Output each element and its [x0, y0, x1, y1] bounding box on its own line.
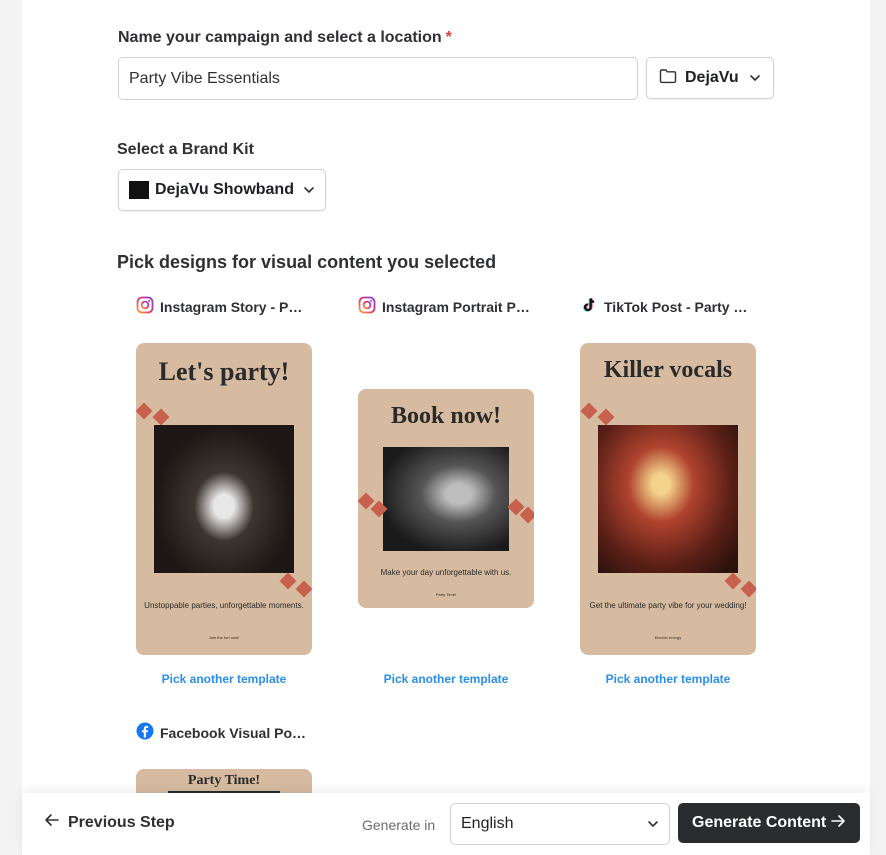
template-caption: Get the ultimate party vibe for your wed…	[589, 601, 747, 610]
instagram-icon	[358, 296, 376, 319]
template-headline: Let's party!	[158, 357, 290, 386]
designs-title: Pick designs for visual content you sele…	[117, 252, 497, 272]
location-value: DejaVu	[685, 69, 739, 86]
instagram-icon	[136, 296, 154, 319]
pick-another-template-link[interactable]: Pick another template	[136, 672, 312, 686]
brand-logo	[129, 181, 149, 199]
pick-another-template-link[interactable]: Pick another template	[580, 672, 756, 686]
template-headline: Book now!	[390, 403, 502, 429]
chevron-down-icon	[303, 181, 315, 199]
language-value: English	[461, 815, 514, 832]
pick-another-template-link[interactable]: Pick another template	[358, 672, 534, 686]
arrow-left-icon	[44, 813, 60, 832]
platform-facebook-visual-post: Facebook Visual Post - Party Vibe Essent…	[136, 722, 312, 744]
template-headline: Party Time!	[187, 773, 261, 788]
previous-step-label: Previous Step	[68, 813, 175, 831]
location-select[interactable]: DejaVu	[646, 57, 774, 99]
generate-content-label: Generate Content	[692, 814, 827, 831]
platform-label: Instagram Portrait Post - Party Vibe Ess…	[382, 299, 532, 315]
template-preview-instagram-story[interactable]: Let's party! Unstoppable parties, unforg…	[136, 343, 312, 655]
brand-kit-label: Select a Brand Kit	[117, 141, 254, 158]
template-small-text: Join the fun now!	[208, 635, 240, 640]
tiktok-icon	[580, 296, 598, 319]
template-caption: Unstoppable parties, unforgettable momen…	[144, 601, 304, 610]
platform-label: Facebook Visual Post - Party Vibe Essent…	[160, 725, 310, 741]
template-preview-instagram-portrait[interactable]: Book now! Make your day unforgettable wi…	[358, 389, 534, 608]
arrow-right-icon	[830, 814, 846, 833]
platform-tiktok-post: TikTok Post - Party Vibe Essentials	[580, 296, 756, 318]
previous-step-button[interactable]: Previous Step	[44, 813, 175, 832]
generate-content-button[interactable]: Generate Content	[678, 803, 860, 843]
folder-icon	[659, 68, 677, 89]
chevron-down-icon	[749, 69, 761, 87]
chevron-down-icon	[647, 815, 659, 833]
template-preview-tiktok-post[interactable]: Killer vocals Get the ultimate party vib…	[580, 343, 756, 655]
template-photo	[598, 425, 738, 573]
brand-kit-value: DejaVu Showband	[155, 181, 294, 198]
platform-instagram-portrait: Instagram Portrait Post - Party Vibe Ess…	[358, 296, 534, 318]
template-small-text: Electric energy	[654, 635, 682, 640]
language-select[interactable]: English	[450, 803, 670, 845]
campaign-name-input[interactable]	[118, 57, 638, 100]
platform-instagram-story: Instagram Story - Party Vibe Essentials	[136, 296, 312, 318]
campaign-name-label: Name your campaign and select a location…	[118, 29, 452, 46]
generate-in-label: Generate in	[362, 817, 436, 833]
footer-bar: Previous Step Generate in English Genera…	[22, 793, 870, 855]
facebook-icon	[136, 722, 154, 745]
template-small-text: Party Time!	[435, 592, 457, 597]
template-photo	[154, 425, 294, 573]
brand-kit-select[interactable]: DejaVu Showband	[118, 169, 326, 211]
template-caption: Make your day unforgettable with us.	[380, 568, 512, 577]
required-marker: *	[445, 29, 452, 46]
platform-label: Instagram Story - Party Vibe Essentials	[160, 299, 310, 315]
template-photo	[383, 447, 509, 551]
platform-label: TikTok Post - Party Vibe Essentials	[604, 299, 754, 315]
template-headline: Killer vocals	[603, 357, 733, 383]
campaign-card: Name your campaign and select a location…	[22, 0, 870, 855]
